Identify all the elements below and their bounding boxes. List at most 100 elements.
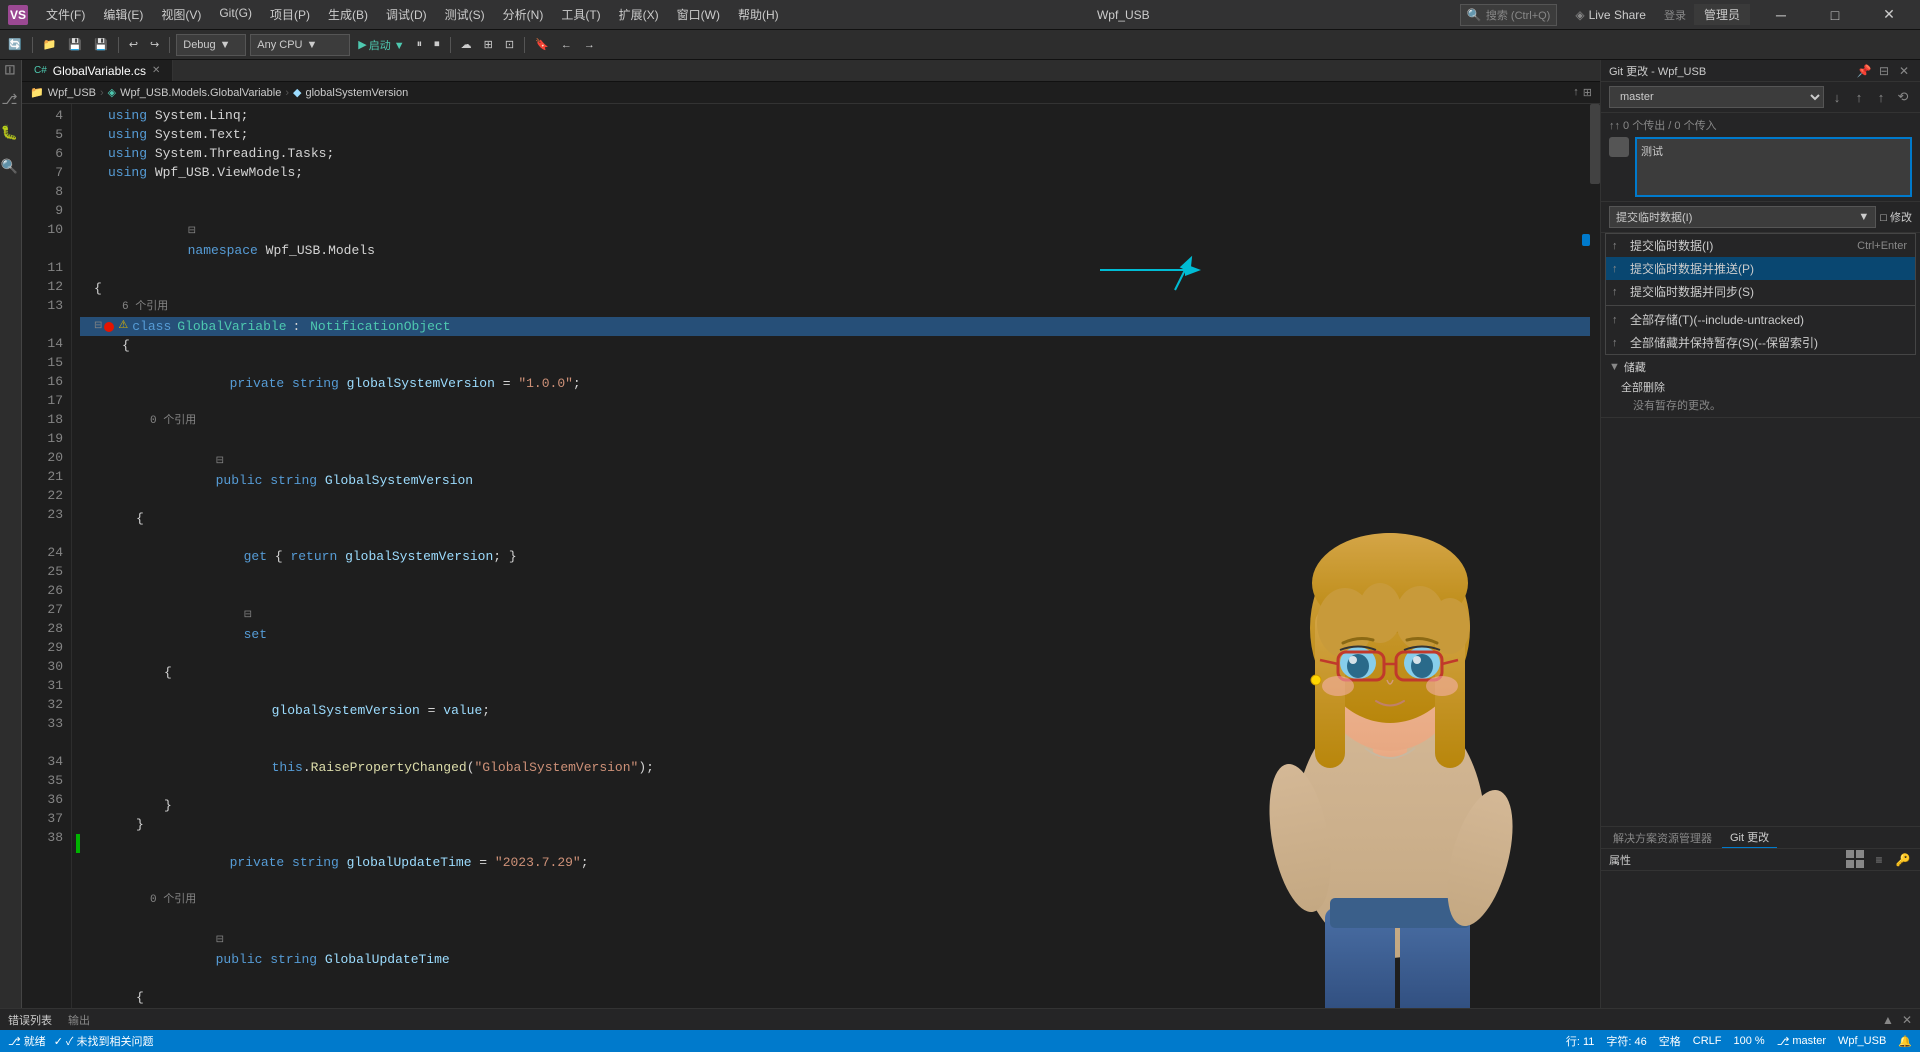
toolbar-btn-3[interactable]: ⊡ xyxy=(501,34,518,56)
ctx-commit-push-label: 提交临时数据并推送(P) xyxy=(1630,260,1754,277)
git-fetch-icon[interactable]: ↓ xyxy=(1828,88,1846,106)
git-sync-area: ↑↑ 0 个传出 / 0 个传入 测试 xyxy=(1601,113,1920,202)
status-branch-text: master xyxy=(1792,1035,1826,1047)
platform-dropdown[interactable]: Any CPU ▼ xyxy=(250,34,350,56)
menu-project[interactable]: 项目(P) xyxy=(262,4,318,25)
bottom-panel-up[interactable]: ▲ xyxy=(1882,1013,1894,1027)
menu-view[interactable]: 视图(V) xyxy=(153,4,209,25)
breadcrumb-member[interactable]: globalSystemVersion xyxy=(305,87,408,99)
collapse-icon-14[interactable]: ⊟ xyxy=(216,456,224,467)
activity-debug-icon[interactable]: 🐛 xyxy=(3,124,19,141)
ctx-commit-push[interactable]: ↑ 提交临时数据并推送(P) xyxy=(1606,257,1915,280)
status-errors[interactable]: ✓ ✓ 未找到相关问题 xyxy=(54,1033,154,1049)
scrollbar-thumb[interactable] xyxy=(1590,104,1600,184)
code-line-18: { xyxy=(80,663,1592,682)
prop-grid-icon[interactable] xyxy=(1846,851,1864,869)
tab-globalvariable[interactable]: C# GlobalVariable.cs ✕ xyxy=(22,60,173,81)
menu-git[interactable]: Git(G) xyxy=(211,4,260,25)
close-button[interactable]: ✕ xyxy=(1866,0,1912,30)
bottom-panel-close[interactable]: ✕ xyxy=(1902,1013,1912,1027)
bookmark-btn[interactable]: 🔖 xyxy=(531,34,553,56)
prop-key-icon[interactable]: 🔑 xyxy=(1894,851,1912,869)
menu-analyze[interactable]: 分析(N) xyxy=(495,4,552,25)
menu-build[interactable]: 生成(B) xyxy=(320,4,376,25)
nav-fwd-btn[interactable]: → xyxy=(580,34,599,56)
tab-error-list[interactable]: 错误列表 xyxy=(8,1012,52,1028)
git-panel-close-icon[interactable]: ✕ xyxy=(1896,63,1912,79)
undo-btn[interactable]: ↩ xyxy=(125,34,142,56)
stop-btn[interactable]: ⏹ xyxy=(430,34,444,56)
breadcrumb-project[interactable]: Wpf_USB xyxy=(48,87,96,99)
menu-tools[interactable]: 工具(T) xyxy=(553,4,608,25)
menu-edit[interactable]: 编辑(E) xyxy=(95,4,151,25)
modify-checkbox[interactable]: □ 修改 xyxy=(1880,209,1912,225)
search-placeholder: 搜索 (Ctrl+Q) xyxy=(1486,7,1550,23)
tab-solution-explorer[interactable]: 解决方案资源管理器 xyxy=(1605,828,1720,848)
save-btn[interactable]: 💾 xyxy=(64,34,86,56)
bottom-panel-actions: ▲ ✕ xyxy=(1882,1013,1912,1027)
vs-logo: VS xyxy=(8,5,28,25)
breadcrumb-action-split[interactable]: ⊞ xyxy=(1583,86,1592,99)
breadcrumb-action-up[interactable]: ↑ xyxy=(1573,86,1579,99)
branch-select[interactable]: master xyxy=(1609,86,1824,108)
properties-content xyxy=(1601,871,1920,887)
collapse-icon-17[interactable]: ⊟ xyxy=(244,610,252,621)
minimize-button[interactable]: ─ xyxy=(1758,0,1804,30)
git-push-icon[interactable]: ↑ xyxy=(1872,88,1890,106)
menu-debug[interactable]: 调试(D) xyxy=(378,4,435,25)
run-button[interactable]: ▶ 启动 ▼ xyxy=(354,34,408,56)
collapse-icon-9[interactable]: ⊟ xyxy=(188,226,196,237)
git-sync-icon[interactable]: ⟲ xyxy=(1894,88,1912,106)
git-panel-arrow-icon[interactable]: ⊟ xyxy=(1876,63,1892,79)
open-btn[interactable]: 📁 xyxy=(39,34,61,56)
tab-git-changes[interactable]: Git 更改 xyxy=(1722,827,1777,849)
git-pull-icon[interactable]: ↑ xyxy=(1850,88,1868,106)
ctx-commit[interactable]: ↑ 提交临时数据(I) Ctrl+Enter xyxy=(1606,234,1915,257)
tab-output[interactable]: 输出 xyxy=(68,1012,90,1028)
admin-button[interactable]: 管理员 xyxy=(1694,4,1750,25)
collapse-icon-11[interactable]: ⊟ xyxy=(94,317,102,336)
menu-extensions[interactable]: 扩展(X) xyxy=(611,4,667,25)
breadcrumb-namespace[interactable]: Wpf_USB.Models.GlobalVariable xyxy=(120,87,281,99)
platform-label: Any CPU xyxy=(257,39,302,51)
ctx-stash-keep[interactable]: ↑ 全部储藏并保持暂存(S)(--保留索引) xyxy=(1606,331,1915,354)
git-panel-pin-icon[interactable]: 📌 xyxy=(1856,63,1872,79)
debug-config-dropdown[interactable]: Debug ▼ xyxy=(176,34,246,56)
stash-delete-all[interactable]: 全部删除 xyxy=(1621,379,1912,395)
maximize-button[interactable]: □ xyxy=(1812,0,1858,30)
activity-search-icon[interactable]: 🔍 xyxy=(3,157,19,174)
new-project-btn[interactable]: 🔄 xyxy=(4,34,26,56)
live-share-button[interactable]: ◈ Live Share xyxy=(1565,6,1656,24)
save-all-btn[interactable]: 💾 xyxy=(90,34,112,56)
code-content[interactable]: using System.Linq; using System.Text; us… xyxy=(72,104,1600,1008)
tab-close-icon[interactable]: ✕ xyxy=(152,65,160,76)
login-button[interactable]: 登录 xyxy=(1664,7,1686,23)
stash-collapse-icon[interactable]: ▼ xyxy=(1609,361,1620,373)
toolbar-btn-1[interactable]: ☁ xyxy=(457,34,476,56)
status-ready: ⎇ 就绪 xyxy=(8,1033,46,1049)
vertical-scrollbar[interactable] xyxy=(1590,104,1600,1008)
pause-btn[interactable]: ⏸ xyxy=(413,34,427,56)
ctx-stash-keep-icon: ↑ xyxy=(1612,337,1618,349)
toolbar-btn-2[interactable]: ⊞ xyxy=(480,34,497,56)
collapse-icon-24[interactable]: ⊟ xyxy=(216,935,224,946)
menu-test[interactable]: 测试(S) xyxy=(437,4,493,25)
nav-back-btn[interactable]: ← xyxy=(557,34,576,56)
ctx-stash-all[interactable]: ↑ 全部存储(T)(--include-untracked) xyxy=(1606,308,1915,331)
menu-help[interactable]: 帮助(H) xyxy=(730,4,787,25)
status-branch[interactable]: ⎇ master xyxy=(1777,1033,1826,1049)
menu-file[interactable]: 文件(F) xyxy=(38,4,93,25)
status-git-icon: ⎇ xyxy=(8,1035,21,1048)
status-notifications[interactable]: 🔔 xyxy=(1898,1033,1912,1049)
ctx-commit-sync[interactable]: ↑ 提交临时数据并同步(S) xyxy=(1606,280,1915,303)
commit-message-input[interactable]: 测试 xyxy=(1635,137,1912,197)
status-ready-text: 就绪 xyxy=(24,1033,46,1049)
prop-sort-icon[interactable]: ≡ xyxy=(1870,851,1888,869)
search-box[interactable]: 🔍 搜索 (Ctrl+Q) xyxy=(1460,4,1557,26)
redo-btn[interactable]: ↪ xyxy=(146,34,163,56)
code-editor[interactable]: 4 5 6 7 8 9 10 · 11 12 13 · 14 15 xyxy=(22,104,1600,1008)
menu-window[interactable]: 窗口(W) xyxy=(669,4,728,25)
activity-server-icon[interactable]: ⊟ xyxy=(3,64,19,76)
commit-dropdown-button[interactable]: 提交临时数据(I) ▼ xyxy=(1609,206,1876,228)
activity-git-icon[interactable]: ⎇ xyxy=(3,92,19,108)
